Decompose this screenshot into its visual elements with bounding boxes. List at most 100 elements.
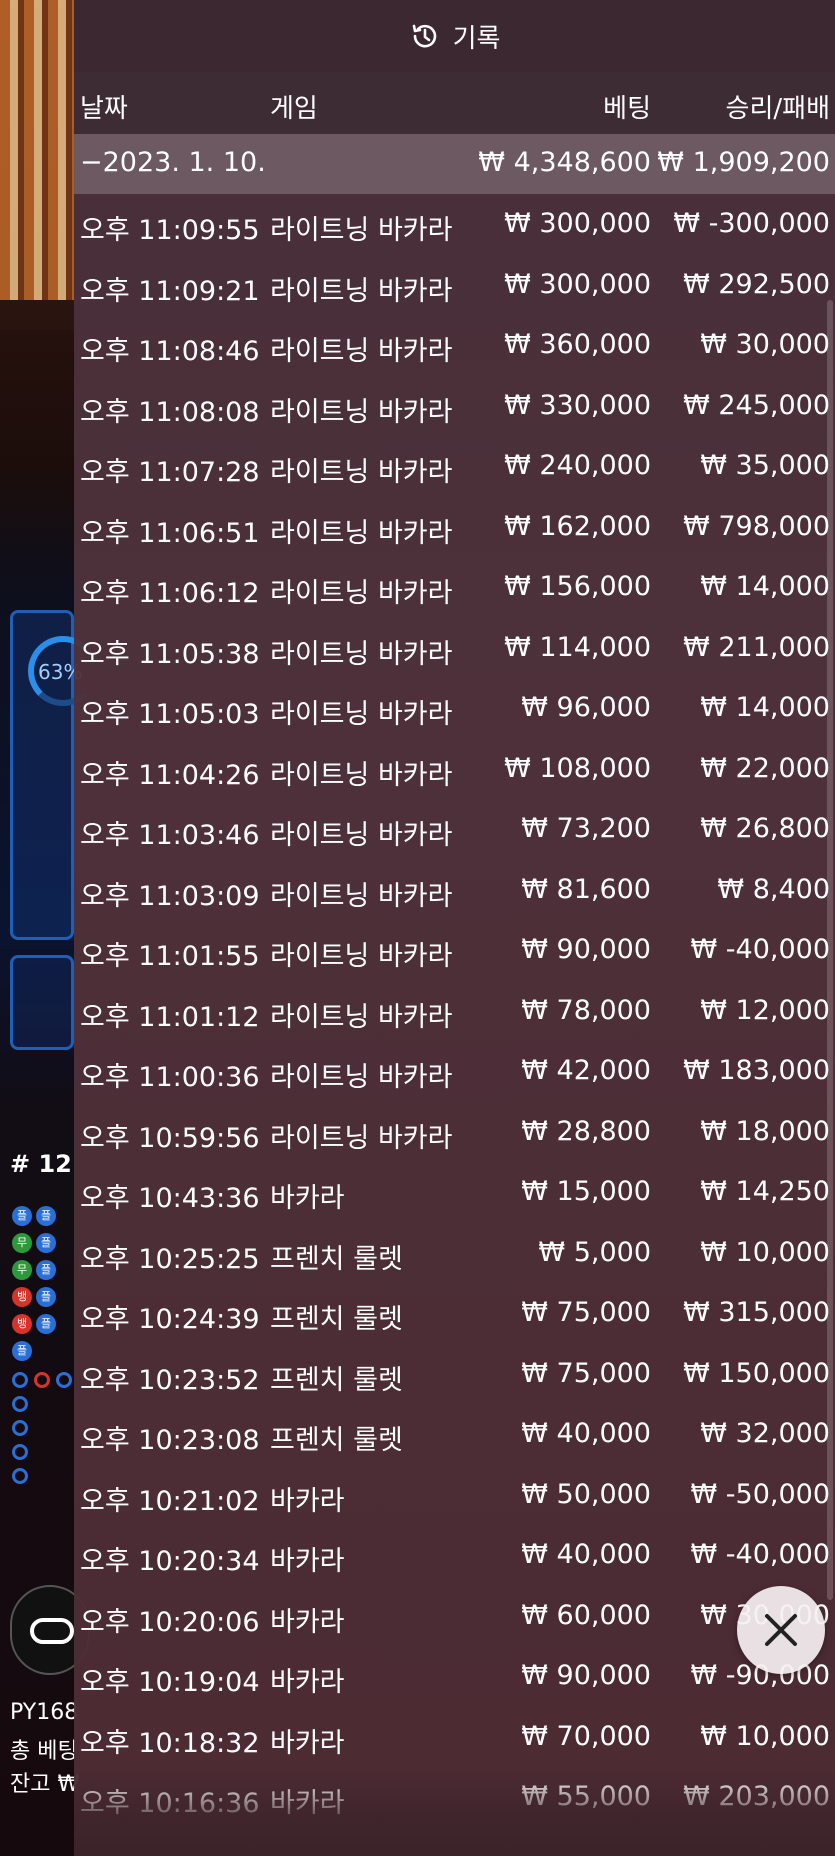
history-row[interactable]: 오후 11:05:38 라이트닝 바카라 ₩ 114,000 ₩ 211,000	[74, 618, 835, 679]
row-bet: ₩ 28,800	[521, 1115, 651, 1147]
history-row[interactable]: 오후 11:08:46 라이트닝 바카라 ₩ 360,000 ₩ 30,000	[74, 315, 835, 376]
row-bet: ₩ 330,000	[504, 389, 651, 421]
row-winloss: ₩ 8,400	[717, 873, 830, 905]
row-bet: ₩ 40,000	[521, 1418, 651, 1449]
row-time: 오후 10:43:36	[80, 1183, 260, 1214]
history-row[interactable]: 오후 11:09:55 라이트닝 바카라 ₩ 300,000 ₩ -300,000	[74, 194, 835, 255]
row-winloss: ₩ 10,000	[700, 1720, 830, 1752]
bead-road-item: 뱅	[12, 1314, 32, 1334]
row-time: 오후 10:21:02	[80, 1485, 260, 1517]
row-time: 오후 11:01:55	[80, 941, 260, 972]
history-row[interactable]: 오후 10:20:06바카라₩ 60,000₩ 30,000	[74, 1586, 835, 1647]
close-button[interactable]	[737, 1586, 825, 1674]
row-bet: ₩ 70,000	[521, 1720, 651, 1752]
history-row[interactable]: 오후 11:06:51 라이트닝 바카라 ₩ 162,000 ₩ 798,000	[74, 497, 835, 558]
row-winloss: ₩ 12,000	[700, 994, 830, 1026]
history-row[interactable]: 오후 11:04:26 라이트닝 바카라 ₩ 108,000 ₩ 22,000	[74, 739, 835, 800]
big-road-marker	[56, 1372, 72, 1388]
row-game: 라이트닝 바카라	[270, 820, 453, 851]
row-winloss: ₩ 14,250	[700, 1176, 830, 1207]
history-row[interactable]: 오후 11:09:21 라이트닝 바카라 ₩ 300,000 ₩ 292,500	[74, 255, 835, 316]
row-game: 라이트닝 바카라	[270, 880, 453, 912]
row-bet: ₩ 360,000	[504, 329, 651, 360]
row-time: 오후 10:23:52	[80, 1364, 260, 1396]
row-bet: ₩ 40,000	[521, 1539, 651, 1570]
row-bet: ₩ 240,000	[504, 450, 651, 481]
row-time: 오후 11:06:51	[80, 517, 260, 549]
total-bet-label: 총 베팅	[10, 1739, 78, 1764]
row-game: 바카라	[270, 1546, 345, 1577]
history-row[interactable]: 오후 11:08:08 라이트닝 바카라 ₩ 330,000 ₩ 245,000	[74, 376, 835, 437]
row-game: 라이트닝 바카라	[270, 1122, 453, 1154]
row-time: 오후 10:19:04	[80, 1667, 260, 1698]
row-winloss: ₩ 14,000	[700, 571, 830, 602]
bet-spot-secondary[interactable]	[10, 955, 74, 1050]
history-row[interactable]: 오후 11:01:12 라이트닝 바카라 ₩ 78,000 ₩ 12,000	[74, 981, 835, 1042]
row-winloss: ₩ 245,000	[683, 389, 830, 421]
history-list: 오후 11:09:55 라이트닝 바카라 ₩ 300,000 ₩ -300,000 오후…	[74, 194, 835, 1828]
row-bet: ₩ 75,000	[521, 1297, 651, 1328]
history-row[interactable]: 오후 11:01:55 라이트닝 바카라 ₩ 90,000 ₩ -40,000	[74, 920, 835, 981]
row-bet: ₩ 5,000	[538, 1236, 651, 1268]
row-bet: ₩ 90,000	[521, 1660, 651, 1691]
history-row[interactable]: 오후 10:18:32 바카라 ₩ 70,000 ₩ 10,000	[74, 1707, 835, 1768]
big-road-marker	[12, 1420, 28, 1436]
column-headers: 날짜 게임 베팅 승리/패배	[74, 72, 835, 134]
bead-road-item: 뱅	[12, 1287, 32, 1307]
history-row[interactable]: 오후 10:23:52 프렌치 룰렛 ₩ 75,000 ₩ 150,000	[74, 1344, 835, 1405]
row-game: 라이트닝 바카라	[270, 1001, 453, 1033]
history-row[interactable]: 오후 10:59:56 라이트닝 바카라 ₩ 28,800 ₩ 18,000	[74, 1102, 835, 1163]
big-road-marker	[12, 1468, 28, 1484]
history-row[interactable]: 오후 11:03:09 라이트닝 바카라 ₩ 81,600 ₩ 8,400	[74, 860, 835, 921]
summary-bet: ₩ 4,348,600	[478, 147, 651, 178]
chip-icon	[30, 1618, 74, 1644]
history-row[interactable]: 오후 11:05:03 라이트닝 바카라 ₩ 96,000 ₩ 14,000	[74, 678, 835, 739]
scrollbar-thumb[interactable]	[827, 300, 833, 1600]
row-winloss: ₩ 22,000	[700, 752, 830, 784]
history-row[interactable]: 오후 11:07:28 라이트닝 바카라 ₩ 240,000 ₩ 35,000	[74, 436, 835, 497]
row-time: 오후 11:09:21	[80, 275, 260, 307]
row-winloss: ₩ 315,000	[683, 1297, 830, 1328]
row-bet: ₩ 300,000	[504, 208, 651, 239]
row-winloss: ₩ 798,000	[683, 510, 830, 542]
row-time: 오후 10:23:08	[80, 1425, 260, 1456]
row-game: 라이트닝 바카라	[270, 759, 453, 791]
date-summary-row[interactable]: −2023. 1. 10. ₩ 4,348,600 ₩ 1,909,200	[74, 134, 835, 194]
big-road-marker	[34, 1372, 50, 1388]
history-row[interactable]: 오후 10:20:34 바카라 ₩ 40,000 ₩ -40,000	[74, 1525, 835, 1586]
history-row[interactable]: 오후 10:23:08 프렌치 룰렛 ₩ 40,000 ₩ 32,000	[74, 1404, 835, 1465]
row-time: 오후 11:09:55	[80, 215, 260, 246]
history-row[interactable]: 오후 10:21:02 바카라 ₩ 50,000 ₩ -50,000	[74, 1465, 835, 1526]
row-time: 오후 11:08:46	[80, 336, 260, 367]
row-game: 바카라	[270, 1727, 345, 1759]
history-panel: 기록 날짜 게임 베팅 승리/패배 −2023. 1. 10. ₩ 4,348,…	[74, 0, 835, 1856]
history-row[interactable]: 오후 11:03:46 라이트닝 바카라 ₩ 73,200 ₩ 26,800	[74, 799, 835, 860]
history-row[interactable]: 오후 11:06:12 라이트닝 바카라 ₩ 156,000 ₩ 14,000	[74, 557, 835, 618]
summary-winloss: ₩ 1,909,200	[657, 147, 830, 178]
big-road-marker	[12, 1396, 28, 1412]
row-game: 바카라	[270, 1667, 345, 1698]
history-row[interactable]: 오후 10:43:36 바카라 ₩ 15,000 ₩ 14,250	[74, 1162, 835, 1223]
row-time: 오후 11:00:36	[80, 1062, 260, 1093]
history-icon	[412, 24, 436, 48]
history-row[interactable]: 오후 10:19:04 바카라 ₩ 90,000 ₩ -90,000	[74, 1646, 835, 1707]
row-winloss: ₩ 183,000	[683, 1055, 830, 1086]
history-row[interactable]: 오후 10:25:25 프렌치 룰렛 ₩ 5,000 ₩ 10,000	[74, 1223, 835, 1284]
row-winloss: ₩ -300,000	[673, 208, 830, 239]
history-row[interactable]: 오후 11:00:36 라이트닝 바카라 ₩ 42,000 ₩ 183,000	[74, 1041, 835, 1102]
row-game: 라이트닝 바카라	[270, 396, 453, 428]
row-bet: ₩ 81,600	[521, 873, 651, 905]
row-bet: ₩ 50,000	[521, 1478, 651, 1510]
row-bet: ₩ 78,000	[521, 994, 651, 1026]
history-row[interactable]: 오후 10:24:39 프렌치 룰렛 ₩ 75,000 ₩ 315,000	[74, 1283, 835, 1344]
row-game: 프렌치 룰렛	[270, 1364, 403, 1396]
bead-road-item: 플	[36, 1260, 56, 1280]
balance-label: 잔고 ₩	[10, 1772, 80, 1797]
row-game: 라이트닝 바카라	[270, 638, 453, 670]
bead-road-item: 플	[36, 1287, 56, 1307]
round-number: # 12	[10, 1150, 72, 1178]
row-bet: ₩ 114,000	[504, 631, 651, 663]
big-road-marker	[12, 1444, 28, 1460]
player-id: PY168	[10, 1700, 79, 1725]
row-bet: ₩ 300,000	[504, 268, 651, 300]
